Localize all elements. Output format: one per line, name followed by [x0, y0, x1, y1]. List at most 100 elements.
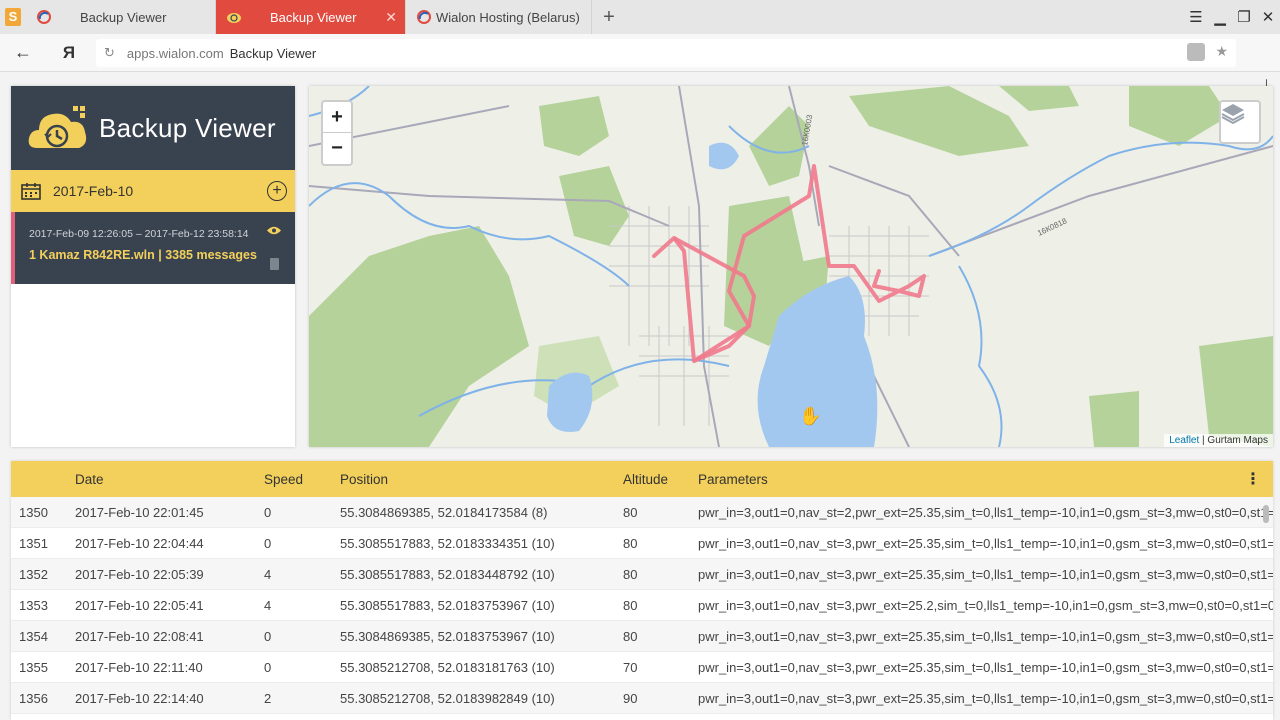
- tab-backup-viewer-2[interactable]: Backup Viewer ✕: [216, 0, 406, 34]
- new-tab-button[interactable]: +: [592, 0, 626, 34]
- cell-speed: 0: [264, 504, 272, 520]
- backup-time-range: 2017-Feb-09 12:26:05 – 2017-Feb-12 23:58…: [29, 228, 249, 240]
- table-row[interactable]: 1353 2017-Feb-10 22:05:41 4 55.308551788…: [11, 590, 1273, 621]
- eye-icon[interactable]: [267, 224, 281, 238]
- cell-speed: 4: [264, 566, 272, 582]
- tab-wialon-hosting[interactable]: Wialon Hosting (Belarus): [406, 0, 592, 34]
- cell-parameters: pwr_in=3,out1=0,nav_st=3,pwr_ext=25.35,s…: [698, 659, 1273, 675]
- cell-index: 1352: [19, 566, 48, 582]
- cell-parameters: pwr_in=3,out1=0,nav_st=3,pwr_ext=25.35,s…: [698, 566, 1273, 582]
- map-tiles: 16К0003 16К0818: [309, 86, 1273, 447]
- map-view[interactable]: 16К0003 16К0818 + − ✋ Leaflet | Gurtam M…: [309, 86, 1273, 447]
- cell-altitude: 80: [623, 628, 638, 644]
- cell-altitude: 80: [623, 535, 638, 551]
- tab-label: Wialon Hosting (Belarus): [436, 9, 580, 25]
- tab-label: Backup Viewer: [270, 9, 357, 25]
- cell-speed: 4: [264, 597, 272, 613]
- wialon-icon: [36, 9, 52, 25]
- cell-date: 2017-Feb-10 22:05:41: [75, 597, 204, 613]
- table-row[interactable]: 1352 2017-Feb-10 22:05:39 4 55.308551788…: [11, 559, 1273, 590]
- bookmark-star-icon[interactable]: ★: [1215, 43, 1228, 61]
- sidebar: Backup Viewer 2017-Feb-10 + 2017-Feb-09 …: [11, 86, 295, 447]
- cell-parameters: pwr_in=3,out1=0,nav_st=3,pwr_ext=25.35,s…: [698, 690, 1273, 706]
- cell-index: 1350: [19, 504, 48, 520]
- cell-position: 55.3084869385, 52.0184173584 (8): [340, 504, 548, 520]
- table-body: 1350 2017-Feb-10 22:01:45 0 55.308486938…: [11, 497, 1273, 714]
- cell-speed: 0: [264, 628, 272, 644]
- close-tab-icon[interactable]: ✕: [385, 9, 397, 26]
- cell-index: 1355: [19, 659, 48, 675]
- cell-altitude: 70: [623, 659, 638, 675]
- table-scrollbar[interactable]: [1263, 505, 1269, 523]
- cell-parameters: pwr_in=3,out1=0,nav_st=3,pwr_ext=25.2,si…: [698, 597, 1273, 613]
- table-row[interactable]: 1356 2017-Feb-10 22:14:40 2 55.308521270…: [11, 683, 1273, 714]
- cell-index: 1351: [19, 535, 48, 551]
- selected-date: 2017-Feb-10: [53, 183, 134, 199]
- back-arrow-icon[interactable]: ←: [0, 34, 46, 72]
- backup-file-name: 1 Kamaz R842RE.wln | 3385 messages: [29, 248, 257, 262]
- cell-position: 55.3085212708, 52.0183181763 (10): [340, 659, 555, 675]
- cell-position: 55.3085517883, 52.0183334351 (10): [340, 535, 555, 551]
- backup-viewer-logo-icon: [27, 102, 91, 154]
- cell-position: 55.3085517883, 52.0183448792 (10): [340, 566, 555, 582]
- backup-viewer-icon: [226, 9, 242, 25]
- cell-date: 2017-Feb-10 22:11:40: [75, 659, 203, 675]
- cell-index: 1354: [19, 628, 48, 644]
- cell-parameters: pwr_in=3,out1=0,nav_st=2,pwr_ext=25.35,s…: [698, 504, 1273, 520]
- tab-backup-viewer-1[interactable]: Backup Viewer: [26, 0, 216, 34]
- cell-speed: 2: [264, 690, 272, 706]
- cell-parameters: pwr_in=3,out1=0,nav_st=3,pwr_ext=25.35,s…: [698, 535, 1273, 551]
- extension-icon[interactable]: [1187, 43, 1206, 61]
- restore-icon[interactable]: ❐: [1232, 8, 1256, 26]
- hand-cursor-icon: ✋: [799, 406, 822, 426]
- cell-parameters: pwr_in=3,out1=0,nav_st=3,pwr_ext=25.35,s…: [698, 628, 1273, 644]
- window-controls: ☰ ▁ ❐ ✕: [1184, 0, 1280, 34]
- trash-icon[interactable]: [270, 258, 279, 270]
- close-window-icon[interactable]: ✕: [1256, 8, 1280, 26]
- menu-icon[interactable]: ☰: [1184, 8, 1208, 26]
- table-row[interactable]: 1355 2017-Feb-10 22:11:40 0 55.308521270…: [11, 652, 1273, 683]
- cell-position: 55.3085212708, 52.0183982849 (10): [340, 690, 555, 706]
- cell-speed: 0: [264, 535, 272, 551]
- cell-date: 2017-Feb-10 22:01:45: [75, 504, 204, 520]
- messages-table: Date Speed Position Altitude Parameters …: [11, 461, 1273, 720]
- reload-icon[interactable]: ↻: [104, 45, 115, 61]
- layers-button[interactable]: [1219, 100, 1261, 144]
- cell-date: 2017-Feb-10 22:14:40: [75, 690, 204, 706]
- cell-index: 1353: [19, 597, 48, 613]
- date-selector[interactable]: 2017-Feb-10 +: [11, 170, 295, 212]
- calendar-icon: [21, 183, 41, 200]
- minimize-icon[interactable]: ▁: [1208, 8, 1232, 26]
- add-backup-icon[interactable]: +: [267, 181, 287, 201]
- col-header-date[interactable]: Date: [75, 472, 264, 487]
- cell-position: 55.3084869385, 52.0183753967 (10): [340, 628, 555, 644]
- url-domain: apps.wialon.com: [126, 45, 224, 61]
- cell-position: 55.3085517883, 52.0183753967 (10): [340, 597, 555, 613]
- cell-speed: 0: [264, 659, 272, 675]
- table-row[interactable]: 1351 2017-Feb-10 22:04:44 0 55.308551788…: [11, 528, 1273, 559]
- col-header-altitude[interactable]: Altitude: [623, 472, 698, 487]
- cell-altitude: 80: [623, 504, 638, 520]
- cell-date: 2017-Feb-10 22:08:41: [75, 628, 204, 644]
- browser-logo-icon[interactable]: S: [0, 0, 26, 34]
- browser-tab-bar: S Backup Viewer Backup Viewer ✕ Wialon H…: [0, 0, 1280, 34]
- col-header-position[interactable]: Position: [340, 472, 623, 487]
- leaflet-link[interactable]: Leaflet: [1169, 435, 1199, 446]
- zoom-out-button[interactable]: −: [323, 133, 351, 164]
- table-row[interactable]: 1354 2017-Feb-10 22:08:41 0 55.308486938…: [11, 621, 1273, 652]
- url-page-title: Backup Viewer: [229, 45, 317, 61]
- backup-list-item[interactable]: 2017-Feb-09 12:26:05 – 2017-Feb-12 23:58…: [11, 212, 295, 284]
- table-row[interactable]: 1350 2017-Feb-10 22:01:45 0 55.308486938…: [11, 497, 1273, 528]
- app-title: Backup Viewer: [99, 112, 276, 143]
- col-header-speed[interactable]: Speed: [264, 472, 340, 487]
- road-label: 16К0818: [1036, 216, 1069, 238]
- address-field[interactable]: ↻ apps.wialon.com Backup Viewer ★: [96, 39, 1236, 67]
- column-menu-icon[interactable]: ⋮: [1245, 469, 1261, 489]
- yandex-button[interactable]: Я: [46, 43, 92, 63]
- table-header: Date Speed Position Altitude Parameters …: [11, 461, 1273, 497]
- wialon-icon: [416, 9, 432, 25]
- col-header-parameters[interactable]: Parameters: [698, 472, 1273, 487]
- road-label: 16К0003: [800, 113, 814, 146]
- cell-altitude: 80: [623, 566, 638, 582]
- zoom-in-button[interactable]: +: [323, 102, 351, 133]
